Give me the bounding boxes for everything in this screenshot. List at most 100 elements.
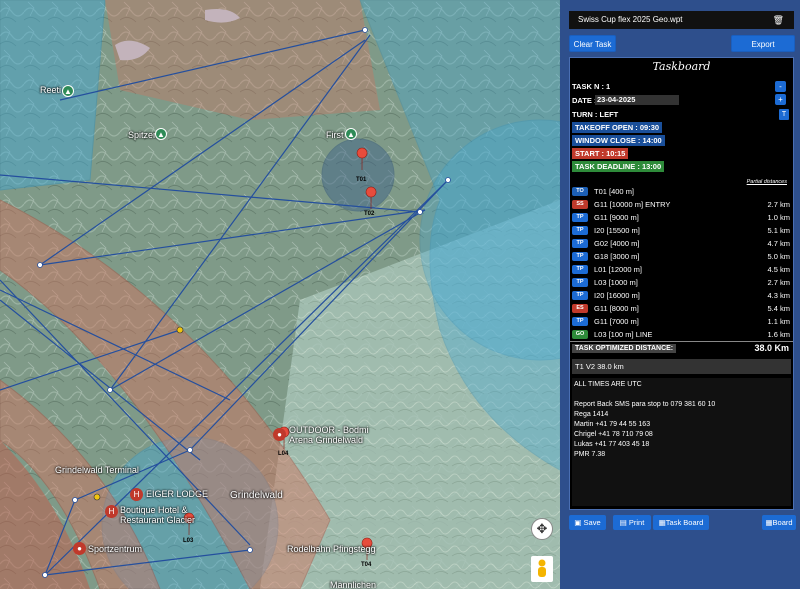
turnpoint-row[interactable]: TP I20 [16000 m] 4.3 km bbox=[572, 290, 792, 303]
locate-icon[interactable]: ✥ bbox=[531, 518, 553, 540]
map-label-outdoor: OUTDOOR - Bodmi bbox=[289, 425, 369, 435]
task-number: TASK N : 1 bbox=[572, 82, 611, 91]
board-label: Board bbox=[772, 518, 793, 527]
map-label-spitzen: Spitzen bbox=[128, 130, 159, 140]
turnpoint-name: G11 [7000 m] bbox=[594, 317, 639, 326]
map-label-reeti: Reeti bbox=[40, 85, 62, 95]
turnpoint-type: ES bbox=[572, 304, 588, 313]
turnpoint-distance: 5.0 km bbox=[767, 252, 790, 261]
turnpoint-name: G18 [3000 m] bbox=[594, 252, 640, 261]
turnpoint-row[interactable]: TP G18 [3000 m] 5.0 km bbox=[572, 251, 792, 264]
turnpoint-name: G11 [10000 m] ENTRY bbox=[594, 200, 671, 209]
task-board-label: Task Board bbox=[665, 518, 704, 527]
turnpoint-row[interactable]: TP I20 [15500 m] 5.1 km bbox=[572, 225, 792, 238]
turnpoint-name: I20 [16000 m] bbox=[594, 291, 640, 300]
map-label-grindelwald: Grindelwald bbox=[230, 490, 283, 501]
turnpoint-distance: 1.0 km bbox=[767, 213, 790, 222]
turnpoint-name: T01 [400 m] bbox=[594, 187, 635, 196]
task-board-button[interactable]: ▦Task Board bbox=[653, 515, 709, 530]
print-button[interactable]: ▤ Print bbox=[613, 515, 651, 530]
takeoff-open: TAKEOFF OPEN : 09:30 bbox=[572, 122, 663, 133]
turnpoint-row[interactable]: TO T01 [400 m] bbox=[572, 186, 792, 199]
turnpoint-row[interactable]: TP G02 [4000 m] 4.7 km bbox=[572, 238, 792, 251]
plus-button[interactable]: + bbox=[775, 94, 786, 105]
turnpoint-row[interactable]: TP G11 [9000 m] 1.0 km bbox=[572, 212, 792, 225]
turnpoint-type: GO bbox=[572, 330, 588, 339]
turnpoint-distance: 5.1 km bbox=[767, 226, 790, 235]
table-icon: ▦ bbox=[658, 518, 666, 527]
peak-icon: ▲ bbox=[345, 128, 357, 140]
turnpoint-name: L03 [1000 m] bbox=[594, 278, 638, 287]
map-label-first: First bbox=[326, 130, 344, 140]
map-label-mannlichen: Männlichen bbox=[330, 580, 377, 589]
map-label-rodelbahn: Rodelbahn Pfingstegg bbox=[287, 544, 376, 554]
turnpoint-name: I20 [15500 m] bbox=[594, 226, 640, 235]
turnpoint-type: TP bbox=[572, 278, 588, 287]
window-close: WINDOW CLOSE : 14:00 bbox=[572, 135, 665, 146]
print-icon: ▤ bbox=[619, 518, 629, 527]
partial-distances-label: Partial distances bbox=[746, 179, 787, 185]
save-icon: ▣ bbox=[574, 518, 584, 527]
save-button[interactable]: ▣ Save bbox=[569, 515, 606, 530]
turnpoint-distance: 1.6 km bbox=[767, 330, 790, 339]
waypoint-file-bar[interactable]: Swiss Cup flex 2025 Geo.wpt 🗑 bbox=[569, 11, 794, 29]
turnpoint-type: TP bbox=[572, 239, 588, 248]
turnpoint-row[interactable]: TP G11 [7000 m] 1.1 km bbox=[572, 316, 792, 329]
date-label: DATE : bbox=[572, 96, 597, 105]
waypoint-label-l04: L04 bbox=[278, 451, 289, 457]
save-label: Save bbox=[583, 518, 601, 527]
map-view[interactable]: Reeti ▲ Spitzen ▲ First ▲ ● OUTDOOR - Bo… bbox=[0, 0, 560, 589]
task-notes-field[interactable]: ALL TIMES ARE UTC Report Back SMS para s… bbox=[572, 378, 791, 506]
pegman-icon[interactable] bbox=[531, 556, 553, 582]
turnpoint-row[interactable]: ES G11 [8000 m] 5.4 km bbox=[572, 303, 792, 316]
trash-icon[interactable]: 🗑 bbox=[773, 11, 784, 29]
waypoint-label-t01: T01 bbox=[356, 177, 367, 183]
turnpoint-type: TP bbox=[572, 213, 588, 222]
turnpoint-distance: 2.7 km bbox=[767, 278, 790, 287]
turnpoint-distance: 4.3 km bbox=[767, 291, 790, 300]
turnpoint-type: TO bbox=[572, 187, 588, 196]
hotel-icon: H bbox=[105, 505, 118, 518]
turnpoint-distance: 1.1 km bbox=[767, 317, 790, 326]
turnpoint-type: TP bbox=[572, 291, 588, 300]
divider bbox=[570, 341, 793, 342]
turnpoint-type: SS bbox=[572, 200, 588, 209]
turnpoint-distance: 2.7 km bbox=[767, 200, 790, 209]
turnpoint-row[interactable]: TP L03 [1000 m] 2.7 km bbox=[572, 277, 792, 290]
waypoint-label-l03: L03 bbox=[183, 538, 194, 544]
turnpoint-type: TP bbox=[572, 317, 588, 326]
turnpoint-row[interactable]: SS G11 [10000 m] ENTRY 2.7 km bbox=[572, 199, 792, 212]
print-label: Print bbox=[628, 518, 645, 527]
poi-icon: ● bbox=[273, 428, 286, 441]
waypoint-label-t04: T04 bbox=[361, 562, 372, 568]
turnpoint-name: L03 [100 m] LINE bbox=[594, 330, 653, 339]
turnpoint-name: G11 [9000 m] bbox=[594, 213, 639, 222]
board-button[interactable]: ▦Board bbox=[762, 515, 796, 530]
task-deadline: TASK DEADLINE : 13:00 bbox=[572, 161, 665, 172]
map-label-boutique: Boutique Hotel & bbox=[120, 505, 188, 515]
turnpoint-name: G02 [4000 m] bbox=[594, 239, 640, 248]
taskboard: Taskboard TASK N : 1 - + DATE : 23-04-20… bbox=[569, 57, 794, 510]
export-waypoints-button[interactable]: Export Waypoints bbox=[731, 35, 795, 66]
map-label-terminal: Grindelwald Terminal bbox=[55, 465, 139, 475]
peak-icon: ▲ bbox=[155, 128, 167, 140]
turnpoint-row[interactable]: TP L01 [12000 m] 4.5 km bbox=[572, 264, 792, 277]
task-panel: Swiss Cup flex 2025 Geo.wpt 🗑 Clear Task… bbox=[560, 0, 800, 589]
t-button[interactable]: T bbox=[779, 109, 789, 120]
turn-direction: TURN : LEFT bbox=[572, 110, 619, 119]
turnpoint-name: L01 [12000 m] bbox=[594, 265, 642, 274]
poi-icon: ● bbox=[73, 542, 86, 555]
task-summary-field[interactable]: T1 V2 38.0 km bbox=[572, 359, 791, 374]
file-name: Swiss Cup flex 2025 Geo.wpt bbox=[578, 15, 683, 24]
clear-task-button[interactable]: Clear Task bbox=[569, 35, 616, 52]
map-label-arena: Arena Grindelwald bbox=[289, 435, 364, 445]
turnpoint-type: TP bbox=[572, 265, 588, 274]
turnpoint-distance: 4.7 km bbox=[767, 239, 790, 248]
waypoint-label-t02: T02 bbox=[364, 211, 375, 217]
minus-button[interactable]: - bbox=[775, 81, 786, 92]
turnpoint-distance: 5.4 km bbox=[767, 304, 790, 313]
date-field[interactable]: 23-04-2025 bbox=[595, 95, 679, 105]
hotel-icon: H bbox=[130, 488, 143, 501]
optimized-distance-value: 38.0 Km bbox=[754, 343, 789, 353]
board-icon: ▦ bbox=[765, 518, 773, 527]
